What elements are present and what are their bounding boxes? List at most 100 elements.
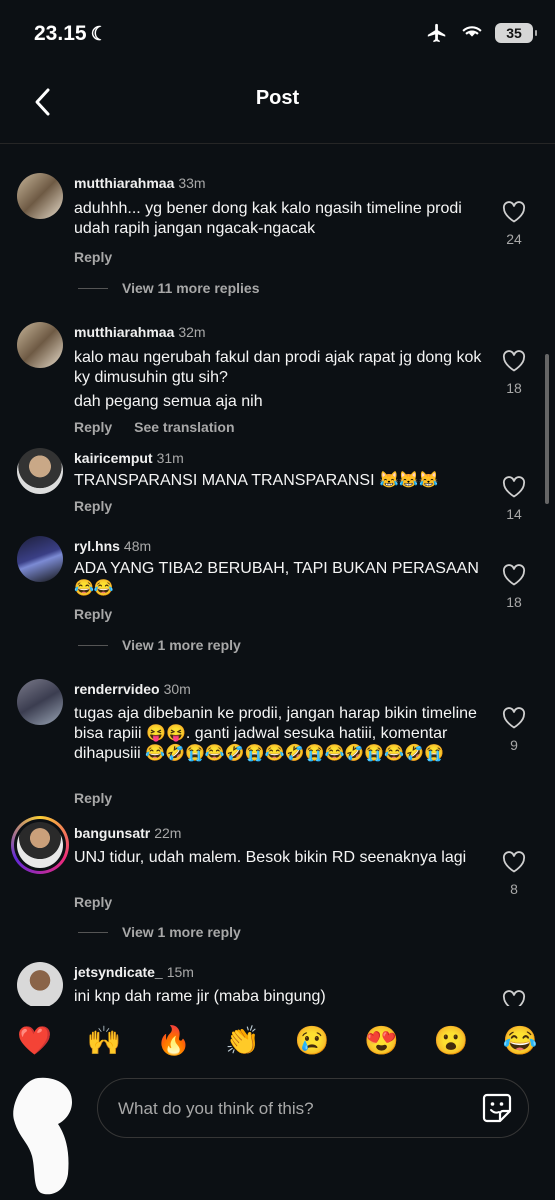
airplane-icon	[427, 23, 446, 43]
comment-meta: jetsyndicate_ 15m	[74, 964, 194, 980]
timestamp: 32m	[178, 324, 206, 340]
scrollbar[interactable]	[545, 354, 549, 504]
battery-icon: 35	[495, 23, 537, 43]
comment-input-container[interactable]	[97, 1078, 529, 1138]
status-time: 23.15 ☾	[34, 22, 108, 46]
battery-level: 35	[506, 25, 522, 41]
avatar[interactable]	[17, 448, 63, 494]
divider-line	[78, 287, 108, 289]
avatar-ring-gap	[14, 819, 66, 871]
heart-icon	[502, 201, 526, 223]
comment-text: tugas aja dibebanin ke prodii, jangan ha…	[74, 705, 477, 762]
comment-composer	[0, 1068, 555, 1200]
sticker-button[interactable]	[480, 1091, 514, 1125]
heart-icon	[502, 350, 526, 372]
reaction-surprised[interactable]: 😮	[434, 1024, 469, 1057]
like-count: 24	[506, 231, 522, 247]
heart-icon	[502, 564, 526, 586]
reaction-fire[interactable]: 🔥	[156, 1024, 191, 1057]
username[interactable]: jetsyndicate_	[74, 964, 163, 980]
page-title: Post	[255, 87, 300, 109]
avatar[interactable]	[17, 679, 63, 725]
like-count: 8	[510, 881, 518, 897]
heart-icon	[502, 707, 526, 729]
like-button[interactable]: 24	[500, 201, 528, 247]
like-count: 9	[510, 737, 518, 753]
view-replies-label: View 11 more replies	[122, 280, 260, 296]
comment-input[interactable]	[116, 1095, 460, 1123]
comment-text: TRANSPARANSI MANA TRANSPARANSI 😹😹😹	[74, 472, 439, 489]
view-replies-button[interactable]: View 1 more reply	[78, 924, 241, 940]
avatar[interactable]	[17, 322, 63, 368]
heart-icon	[502, 476, 526, 498]
username[interactable]: mutthiarahmaa	[74, 175, 174, 191]
timestamp: 33m	[178, 175, 206, 191]
status-bar: 23.15 ☾ 35	[0, 0, 555, 70]
reaction-crying[interactable]: 😢	[295, 1024, 330, 1057]
reply-button[interactable]: Reply	[74, 249, 112, 265]
reaction-heart-eyes[interactable]: 😍	[364, 1024, 399, 1057]
username[interactable]: mutthiarahmaa	[74, 324, 174, 340]
comment-actions: Reply See translation	[74, 419, 257, 435]
username[interactable]: kairicemput	[74, 450, 153, 466]
my-avatar-redacted	[13, 1077, 73, 1195]
like-button[interactable]: 18	[500, 564, 528, 610]
avatar-story-ring[interactable]	[11, 816, 69, 874]
timestamp: 48m	[123, 538, 152, 554]
like-button[interactable]: 14	[500, 476, 528, 522]
reply-button[interactable]: Reply	[74, 894, 112, 910]
like-button[interactable]: 18	[500, 350, 528, 396]
like-count: 14	[506, 506, 522, 522]
heart-icon	[502, 851, 526, 873]
header: Post	[0, 70, 555, 144]
view-replies-label: View 1 more reply	[122, 924, 241, 940]
username[interactable]: ryl.hns	[74, 538, 120, 554]
view-replies-label: View 1 more reply	[122, 637, 241, 653]
status-icons: 35	[425, 22, 537, 44]
view-replies-button[interactable]: View 1 more reply	[78, 637, 241, 653]
comment-text: ini knp dah rame jir (maba bingung)	[74, 988, 326, 1005]
reply-button[interactable]: Reply	[74, 790, 112, 806]
time-text: 23.15	[34, 22, 87, 45]
divider-line	[78, 931, 108, 933]
like-button[interactable]: 8	[500, 851, 528, 897]
like-button[interactable]: 9	[500, 707, 528, 753]
reply-button[interactable]: Reply	[74, 498, 112, 514]
divider-line	[78, 644, 108, 646]
like-count: 18	[506, 380, 522, 396]
comment-text: kalo mau ngerubah fakul dan prodi ajak r…	[74, 349, 482, 386]
timestamp: 30m	[163, 681, 191, 697]
reaction-raised-hands[interactable]: 🙌	[87, 1024, 122, 1057]
comment-actions: Reply	[74, 606, 134, 622]
username[interactable]: bangunsatr	[74, 825, 150, 841]
timestamp: 15m	[166, 964, 194, 980]
avatar[interactable]	[17, 962, 63, 1006]
emoji-reaction-bar: ❤️ 🙌 🔥 👏 😢 😍 😮 😂	[0, 1012, 555, 1068]
comment-meta: bangunsatr 22m	[74, 825, 181, 841]
view-replies-button[interactable]: View 11 more replies	[78, 280, 260, 296]
reaction-clap[interactable]: 👏	[225, 1024, 260, 1057]
comment-actions: Reply	[74, 894, 134, 910]
username[interactable]: renderrvideo	[74, 681, 160, 697]
comment-meta: renderrvideo 30m	[74, 681, 191, 697]
see-translation-button[interactable]: See translation	[134, 419, 234, 435]
avatar[interactable]	[17, 173, 63, 219]
avatar[interactable]	[17, 536, 63, 582]
comment-meta: mutthiarahmaa 33m	[74, 175, 206, 191]
avatar	[17, 822, 63, 868]
sticker-icon	[482, 1093, 512, 1123]
timestamp: 31m	[156, 450, 184, 466]
comment-text-line2: dah pegang semua aja nih	[74, 393, 263, 410]
reply-button[interactable]: Reply	[74, 419, 112, 435]
comment-text: aduhhh... yg bener dong kak kalo ngasih …	[74, 200, 462, 237]
reaction-heart[interactable]: ❤️	[17, 1024, 52, 1057]
moon-icon: ☾	[90, 24, 108, 45]
comment-text: UNJ tidur, udah malem. Besok bikin RD se…	[74, 849, 467, 866]
comment-list[interactable]: mutthiarahmaa 33m aduhhh... yg bener dong…	[0, 144, 555, 1006]
like-button[interactable]	[500, 990, 528, 1006]
reply-button[interactable]: Reply	[74, 606, 112, 622]
reaction-laughing[interactable]: 😂	[503, 1024, 538, 1057]
comment-actions: Reply	[74, 790, 134, 806]
comment-text: ADA YANG TIBA2 BERUBAH, TAPI BUKAN PERAS…	[74, 560, 479, 597]
comment-meta: kairicemput 31m	[74, 450, 184, 466]
